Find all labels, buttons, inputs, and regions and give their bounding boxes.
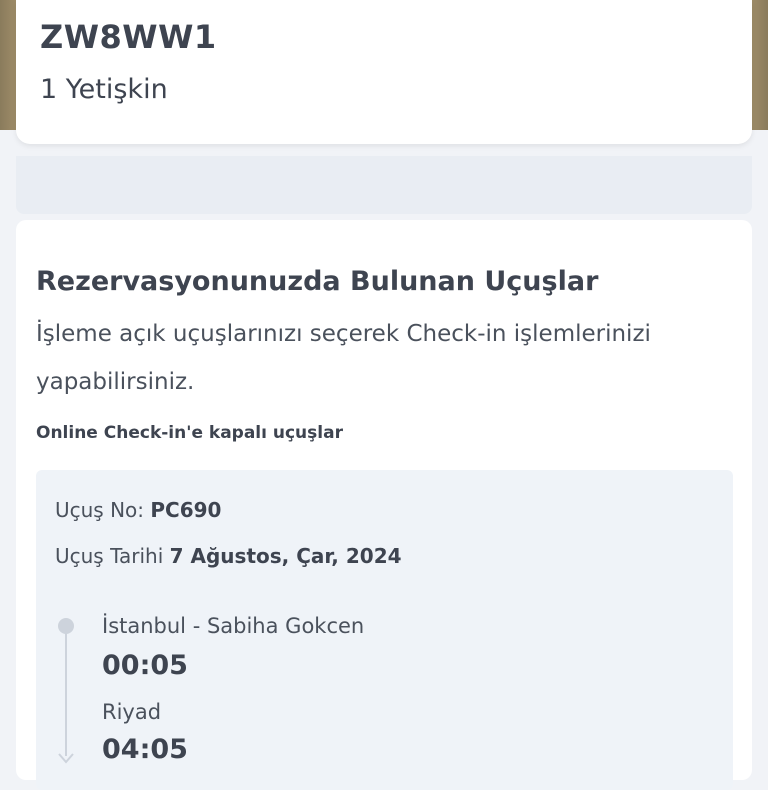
- section-divider-strip: [16, 156, 752, 214]
- flight-number-value: PC690: [150, 498, 222, 522]
- flight-number-label: Uçuş No:: [55, 498, 145, 522]
- flights-section-card: Rezervasyonunuzda Bulunan Uçuşlar İşleme…: [16, 220, 752, 790]
- arrow-down-icon: [58, 753, 74, 764]
- flight-date-row: Uçuş Tarihi 7 Ağustos, Çar, 2024: [55, 544, 402, 568]
- flight-date-value: 7 Ağustos, Çar, 2024: [169, 544, 402, 568]
- flight-number-row: Uçuş No: PC690: [55, 498, 221, 522]
- section-title: Rezervasyonunuzda Bulunan Uçuşlar: [36, 266, 599, 297]
- section-description: İşleme açık uçuşlarınızı seçerek Check-i…: [36, 321, 651, 395]
- timeline-line: [65, 628, 67, 756]
- departure-city: İstanbul - Sabiha Gokcen: [102, 614, 365, 638]
- departure-time: 00:05: [102, 650, 188, 681]
- arrival-city: Riyad: [102, 700, 162, 724]
- booking-summary-card: ZW8WW1 1 Yetişkin: [16, 0, 752, 144]
- flight-card[interactable]: Uçuş No: PC690 Uçuş Tarihi 7 Ağustos, Ça…: [36, 470, 733, 790]
- arrival-time: 04:05: [102, 734, 188, 765]
- passenger-count: 1 Yetişkin: [40, 74, 168, 105]
- flight-date-label: Uçuş Tarihi: [55, 544, 164, 568]
- booking-pnr: ZW8WW1: [40, 18, 217, 56]
- closed-flights-label: Online Check-in'e kapalı uçuşlar: [36, 423, 343, 443]
- route-timeline: [58, 618, 74, 764]
